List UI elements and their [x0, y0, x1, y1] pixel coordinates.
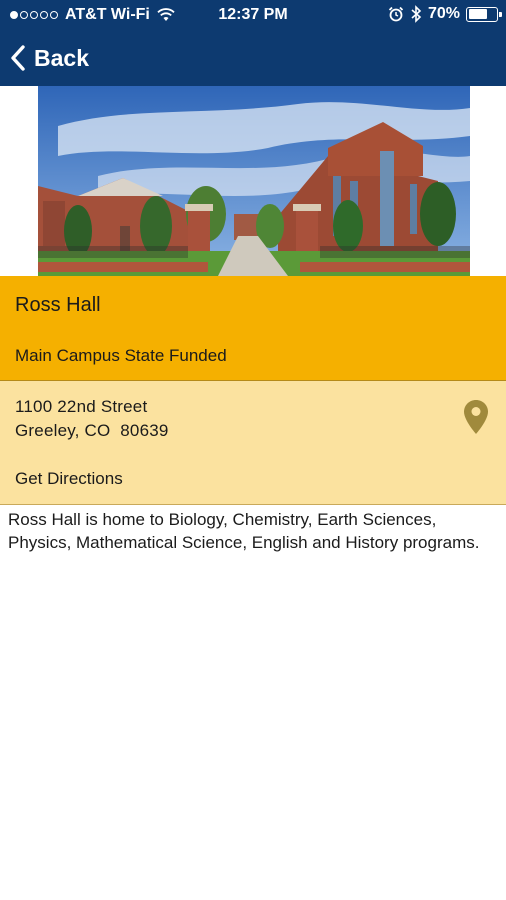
alarm-icon: [388, 6, 404, 22]
chevron-left-icon: [11, 45, 25, 71]
building-photo-area: [0, 86, 506, 276]
status-bar: AT&T Wi-Fi 12:37 PM 70%: [0, 0, 506, 30]
address-section: 1100 22nd Street Greeley, CO 80639 Get D…: [0, 381, 506, 505]
building-header: Ross Hall Main Campus State Funded: [0, 276, 506, 381]
building-type: Main Campus State Funded: [15, 346, 227, 365]
back-button[interactable]: Back: [10, 40, 89, 76]
battery-icon: [466, 6, 502, 22]
navigation-bar: Back: [0, 30, 506, 86]
bluetooth-icon: [411, 5, 422, 23]
city-state-zip: Greeley, CO 80639: [15, 421, 169, 440]
get-directions-link[interactable]: Get Directions: [15, 469, 123, 489]
building-name: Ross Hall: [15, 294, 101, 316]
building-photo: [38, 86, 470, 276]
system-status: 70%: [388, 5, 502, 23]
street-address: 1100 22nd Street: [15, 397, 148, 416]
map-pin-icon[interactable]: [463, 399, 489, 435]
app-header: AT&T Wi-Fi 12:37 PM 70% Back: [0, 0, 506, 86]
battery-percent: 70%: [427, 5, 460, 22]
back-label: Back: [34, 44, 89, 71]
building-description: Ross Hall is home to Biology, Chemistry,…: [8, 510, 480, 552]
